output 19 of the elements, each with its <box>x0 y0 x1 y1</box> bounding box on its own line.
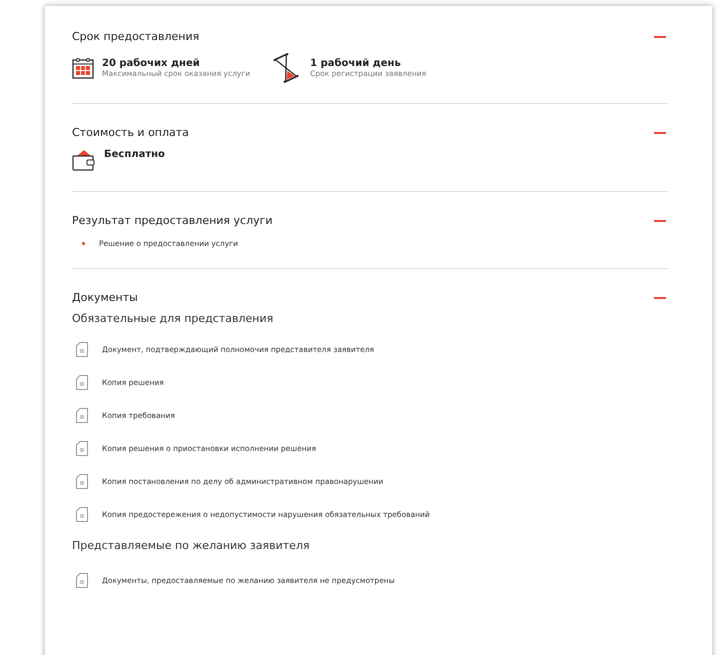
group-title: Представляемые по желанию заявителя <box>72 539 311 552</box>
term-value: 20 рабочих дней <box>102 58 201 69</box>
document-icon <box>76 375 88 390</box>
document-icon <box>76 441 88 456</box>
document-icon <box>76 342 88 357</box>
section-title: Результат предоставления услуги <box>72 214 273 227</box>
section-title: Срок предоставления <box>72 30 200 43</box>
section-title: Документы <box>72 291 138 304</box>
calendar-icon <box>72 57 94 79</box>
section-title: Стоимость и оплата <box>72 126 189 139</box>
group-title: Обязательные для представления <box>72 312 274 325</box>
cost-value: Бесплатно <box>104 149 165 160</box>
document-icon <box>76 408 88 423</box>
document-icon <box>76 507 88 522</box>
document-icon <box>76 573 88 588</box>
term-value: 1 рабочий день <box>310 58 402 69</box>
document-icon <box>76 474 88 489</box>
wallet-icon <box>72 149 96 171</box>
bullet-icon <box>82 242 85 245</box>
